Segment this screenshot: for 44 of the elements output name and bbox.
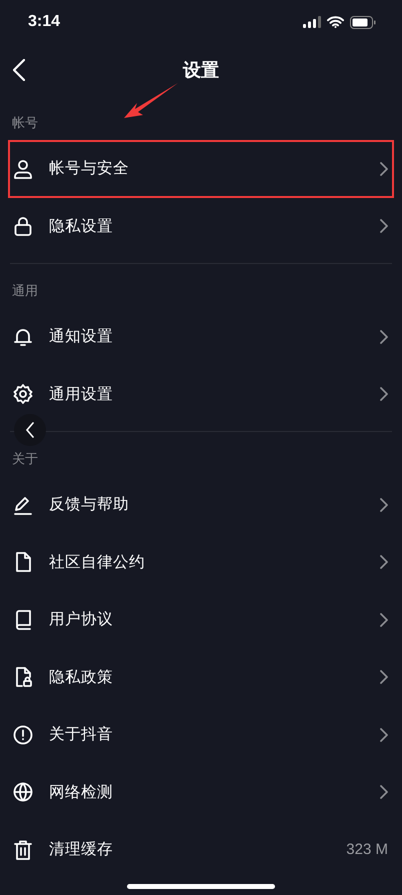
- pen-icon: [13, 494, 33, 515]
- annotation-arrow: [123, 82, 179, 120]
- book-icon: [13, 610, 33, 630]
- user-icon: [13, 158, 33, 179]
- section-header: 帐号: [12, 115, 38, 132]
- wifi-icon: [327, 16, 344, 28]
- trash-icon: [13, 840, 33, 860]
- floating-back-button[interactable]: [14, 414, 46, 446]
- chevron-icon: [380, 219, 388, 234]
- signal-icon: [303, 16, 321, 28]
- chevron-icon: [380, 498, 388, 512]
- settings-row[interactable]: 隐私设置: [8, 198, 394, 255]
- settings-row[interactable]: 清理缓存 323 M: [8, 821, 394, 878]
- section-header: 关于: [12, 451, 38, 468]
- settings-row[interactable]: 隐私政策: [8, 648, 394, 706]
- status-time: 3:14: [28, 13, 60, 31]
- chevron-icon: [380, 785, 388, 800]
- chevron-icon: [380, 728, 388, 742]
- globe-icon: [13, 782, 33, 802]
- settings-row[interactable]: 通用设置: [8, 366, 394, 423]
- chevron-icon: [380, 330, 388, 344]
- doc-icon: [13, 552, 33, 572]
- lock-icon: [13, 216, 33, 236]
- chevron-icon: [380, 612, 388, 627]
- battery-icon: [350, 16, 376, 28]
- alert-icon: [13, 724, 33, 745]
- page-title: 设置: [183, 59, 219, 82]
- chevron-icon: [380, 670, 388, 684]
- chevron-icon: [380, 555, 388, 570]
- highlighted-settings-row[interactable]: 帐号与安全: [8, 140, 394, 198]
- settings-row[interactable]: 网络检测: [8, 764, 394, 821]
- chevron-icon: [380, 162, 388, 176]
- settings-icon: [13, 384, 33, 404]
- back-icon: [25, 422, 35, 438]
- chevron-icon: [380, 387, 388, 402]
- settings-row[interactable]: 社区自律公约: [8, 534, 394, 591]
- cache-size: 323 M: [346, 841, 388, 858]
- settings-row[interactable]: 反馈与帮助: [8, 476, 394, 534]
- settings-row[interactable]: 通知设置: [8, 308, 394, 366]
- section-header: 通用: [12, 283, 38, 300]
- back-icon[interactable]: [13, 59, 25, 81]
- settings-row[interactable]: 关于抖音: [8, 706, 394, 764]
- settings-row[interactable]: 用户协议: [8, 591, 394, 648]
- bell-icon: [13, 326, 33, 347]
